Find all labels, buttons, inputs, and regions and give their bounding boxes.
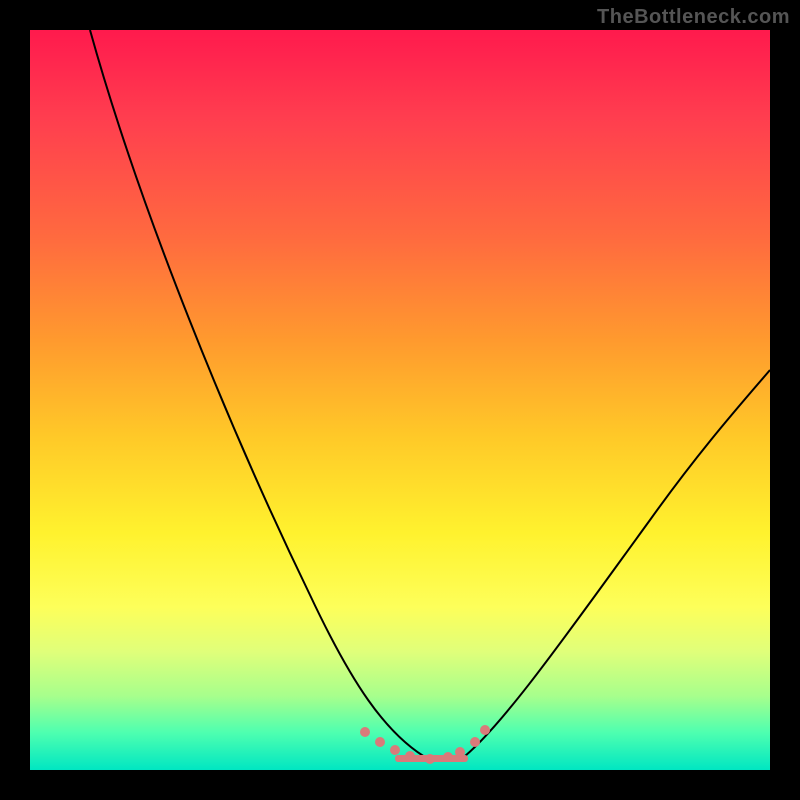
curve-overlay	[30, 30, 770, 770]
gradient-plot-area	[30, 30, 770, 770]
outer-black-frame: TheBottleneck.com	[0, 0, 800, 800]
bottleneck-curve-left	[90, 30, 430, 760]
watermark-text: TheBottleneck.com	[597, 6, 790, 29]
bottleneck-curve-right	[460, 370, 770, 760]
